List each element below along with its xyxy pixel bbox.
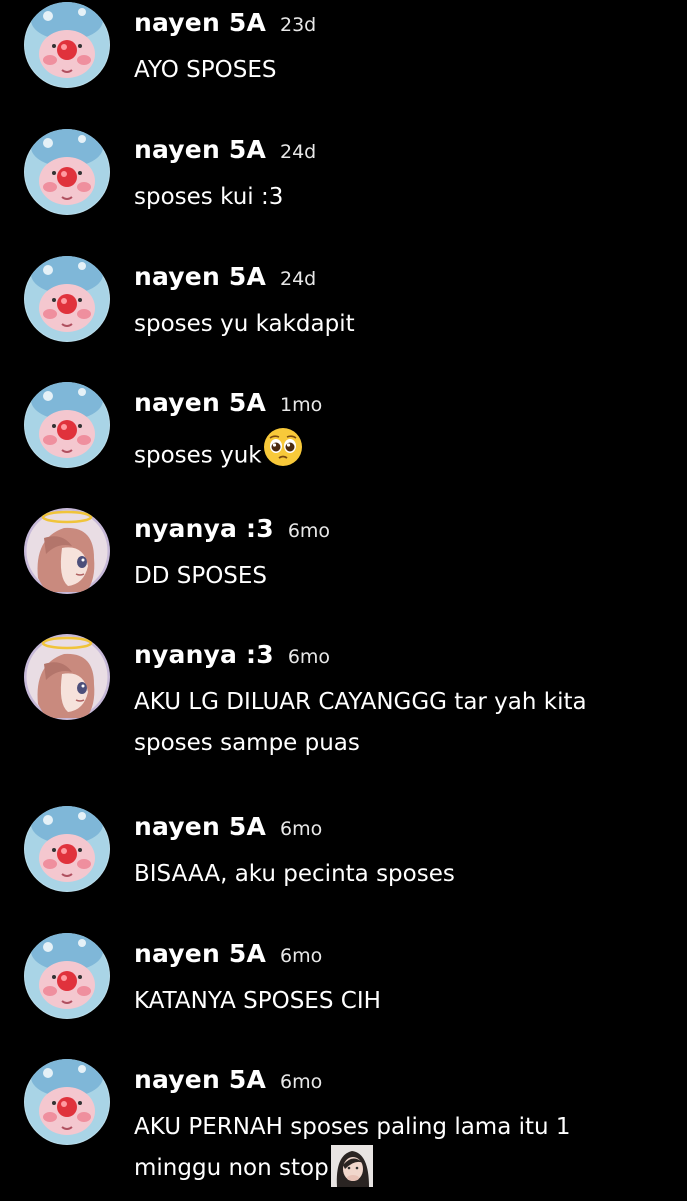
username[interactable]: nayen 5A: [134, 8, 266, 37]
message-text: AYO SPOSES: [134, 57, 277, 83]
timestamp: 24d: [280, 141, 317, 163]
username[interactable]: nayen 5A: [134, 135, 266, 164]
user-avatar[interactable]: [24, 2, 110, 88]
message-text: AKU LG DILUAR CAYANGGG tar yah kita spos…: [134, 689, 587, 756]
anime-girl-halo-icon: [24, 508, 110, 594]
pink-seal-blue-hat-icon: [24, 2, 110, 88]
username[interactable]: nayen 5A: [134, 939, 266, 968]
user-avatar[interactable]: [24, 382, 110, 468]
message-text: BISAAA, aku pecinta sposes: [134, 861, 455, 887]
message-text: sposes kui :3: [134, 184, 284, 210]
username[interactable]: nayen 5A: [134, 262, 266, 291]
message-text: DD SPOSES: [134, 563, 268, 589]
user-avatar[interactable]: [24, 256, 110, 342]
timestamp: 6mo: [280, 945, 323, 967]
timestamp: 6mo: [280, 1071, 323, 1093]
username[interactable]: nyanya :3: [134, 640, 274, 669]
timestamp: 6mo: [287, 646, 331, 668]
timestamp: 24d: [280, 268, 317, 290]
timestamp: 23d: [280, 14, 317, 36]
message-text: AKU PERNAH sposes paling lama itu 1 ming…: [134, 1107, 654, 1189]
timestamp: 1mo: [280, 394, 323, 416]
girl-photo-sticker-icon: [330, 1144, 373, 1187]
pink-seal-blue-hat-icon: [24, 933, 110, 1019]
user-avatar[interactable]: [24, 634, 110, 720]
anime-girl-halo-icon: [24, 634, 110, 720]
user-avatar[interactable]: [24, 806, 110, 892]
username[interactable]: nayen 5A: [134, 388, 266, 417]
message-text: sposes yuk: [134, 428, 654, 482]
message-text: KATANYA SPOSES CIH: [134, 988, 381, 1014]
user-avatar[interactable]: [24, 1059, 110, 1145]
message-text: sposes yu kakdapit: [134, 311, 355, 337]
pink-seal-blue-hat-icon: [24, 382, 110, 468]
user-avatar[interactable]: [24, 129, 110, 215]
pleading-face-icon: [262, 426, 304, 482]
pink-seal-blue-hat-icon: [24, 1059, 110, 1145]
pink-seal-blue-hat-icon: [24, 256, 110, 342]
message-text-content: sposes yuk: [134, 442, 262, 469]
timestamp: 6mo: [280, 818, 323, 840]
pink-seal-blue-hat-icon: [24, 806, 110, 892]
username[interactable]: nayen 5A: [134, 812, 266, 841]
user-avatar[interactable]: [24, 933, 110, 1019]
pink-seal-blue-hat-icon: [24, 129, 110, 215]
username[interactable]: nyanya :3: [134, 514, 274, 543]
username[interactable]: nayen 5A: [134, 1065, 266, 1094]
timestamp: 6mo: [287, 520, 331, 542]
user-avatar[interactable]: [24, 508, 110, 594]
